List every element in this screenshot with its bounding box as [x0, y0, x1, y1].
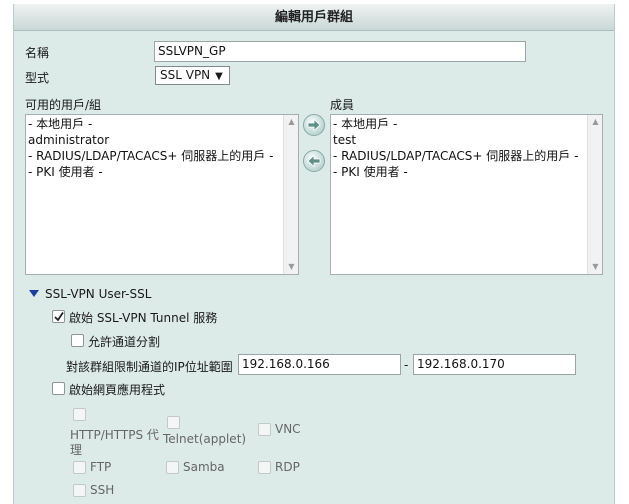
arrow-right-icon	[307, 118, 321, 132]
telnet-label: Telnet(applet)	[163, 432, 247, 446]
available-listbox[interactable]: - 本地用戶 - administrator - RADIUS/LDAP/TAC…	[25, 114, 299, 275]
arrow-left-icon	[307, 154, 321, 168]
split-tunnel-label: 允許通道分割	[88, 335, 161, 349]
ip-start-input[interactable]: 192.168.0.166	[238, 354, 401, 375]
dialog-title: 編輯用戶群組	[14, 4, 614, 31]
tunnel-label: 啟始 SSL-VPN Tunnel 服務	[69, 311, 218, 325]
list-item[interactable]: - PKI 使用者 -	[333, 164, 586, 180]
scroll-up-icon[interactable]: ▲	[588, 115, 602, 129]
members-scrollbar[interactable]: ▲ ▼	[587, 115, 602, 274]
type-select[interactable]: SSL VPN ▼	[155, 66, 230, 85]
ip-end-input[interactable]: 192.168.0.170	[413, 354, 576, 375]
split-tunnel-checkbox[interactable]	[71, 334, 84, 347]
move-right-button[interactable]	[303, 114, 325, 136]
list-item[interactable]: - PKI 使用者 -	[28, 164, 282, 180]
telnet-checkbox[interactable]	[167, 416, 180, 429]
scroll-down-icon[interactable]: ▼	[588, 260, 602, 274]
list-item[interactable]: - 本地用戶 -	[28, 116, 282, 132]
members-label: 成員	[330, 98, 355, 112]
ftp-label: FTP	[90, 460, 112, 474]
members-listbox[interactable]: - 本地用戶 - test - RADIUS/LDAP/TACACS+ 伺服器上…	[330, 114, 603, 275]
web-app-label: 啟始網頁應用程式	[69, 383, 166, 397]
list-item[interactable]: - RADIUS/LDAP/TACACS+ 伺服器上的用戶 -	[333, 148, 586, 164]
vnc-checkbox[interactable]	[258, 423, 271, 436]
list-item[interactable]: - RADIUS/LDAP/TACACS+ 伺服器上的用戶 -	[28, 148, 282, 164]
list-item[interactable]: administrator	[28, 132, 282, 148]
ssh-label: SSH	[90, 483, 115, 497]
rdp-checkbox[interactable]	[258, 461, 271, 474]
list-item[interactable]: test	[333, 132, 586, 148]
chevron-down-icon: ▼	[215, 71, 223, 82]
ssl-section-title[interactable]: SSL-VPN User-SSL	[45, 287, 151, 301]
type-select-value: SSL VPN	[160, 68, 211, 82]
http-label: HTTP/HTTPS 代	[70, 428, 159, 442]
http-checkbox[interactable]	[73, 408, 86, 421]
ip-range-label: 對該群組限制通道的IP位址範圍	[66, 360, 233, 374]
http-label-line2: 理	[70, 443, 83, 457]
tunnel-checkbox[interactable]	[52, 310, 65, 323]
edit-user-group-dialog: 編輯用戶群組 名稱 SSLVPN_GP 型式 SSL VPN ▼ 可用的用戶/組 …	[13, 4, 615, 504]
rdp-label: RDP	[275, 460, 300, 474]
list-item[interactable]: - 本地用戶 -	[333, 116, 586, 132]
checkmark-icon	[54, 312, 64, 322]
web-app-checkbox[interactable]	[52, 382, 65, 395]
scroll-up-icon[interactable]: ▲	[284, 115, 298, 129]
ip-separator: -	[404, 358, 409, 372]
samba-checkbox[interactable]	[166, 461, 179, 474]
name-label: 名稱	[25, 46, 50, 60]
vnc-label: VNC	[275, 422, 301, 436]
type-label: 型式	[25, 71, 50, 85]
ftp-checkbox[interactable]	[73, 461, 86, 474]
collapse-triangle-icon[interactable]	[29, 290, 39, 298]
scroll-down-icon[interactable]: ▼	[284, 260, 298, 274]
move-left-button[interactable]	[303, 150, 325, 172]
samba-label: Samba	[183, 460, 225, 474]
available-scrollbar[interactable]: ▲ ▼	[283, 115, 298, 274]
name-input[interactable]: SSLVPN_GP	[154, 41, 526, 62]
available-label: 可用的用戶/組	[25, 98, 102, 112]
